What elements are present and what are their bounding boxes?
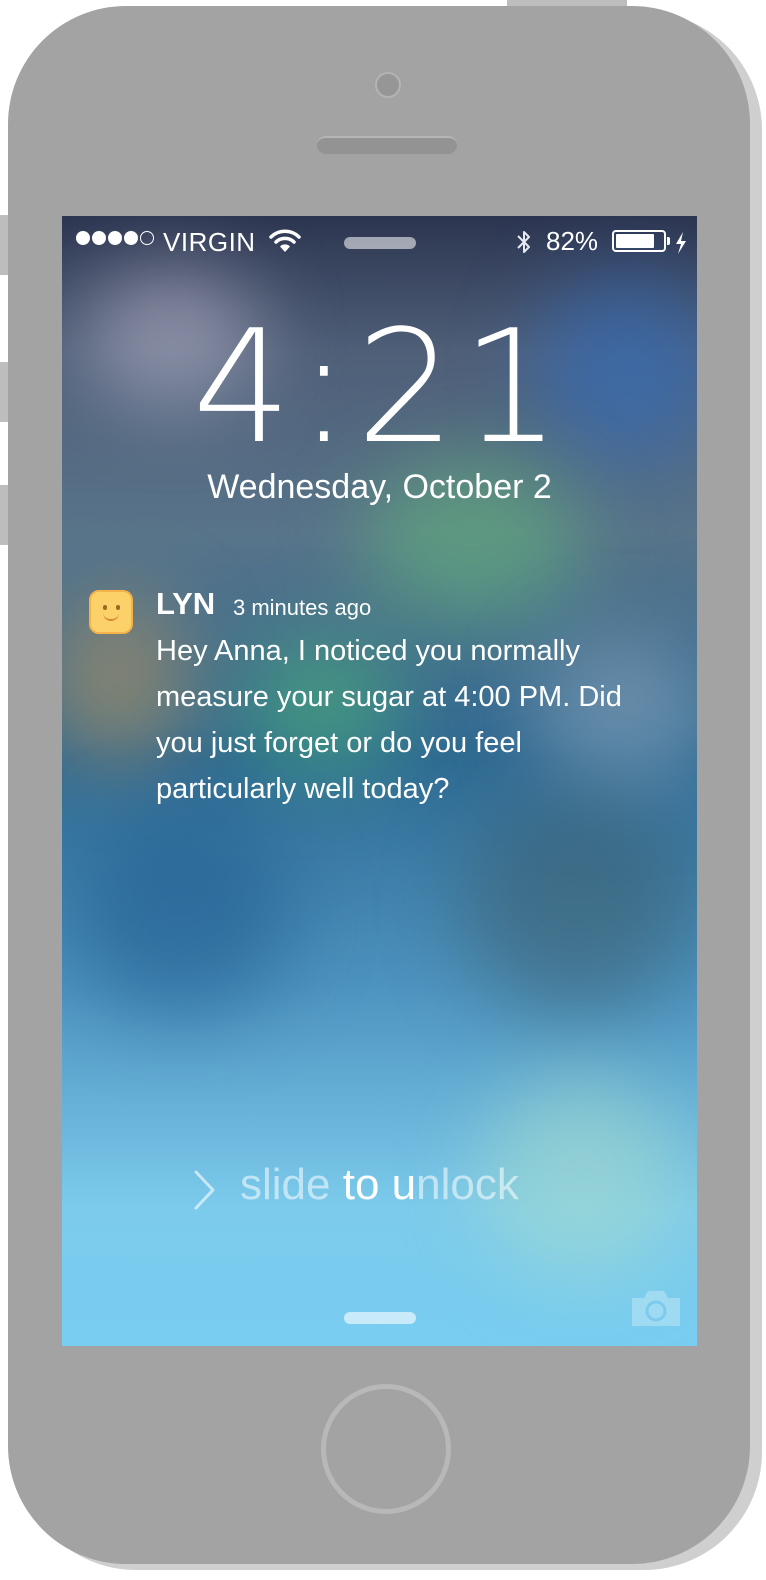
battery-terminal [667, 237, 670, 245]
slide-text-part: to u [330, 1160, 417, 1209]
slide-text-part: nlock [416, 1160, 519, 1209]
signal-dot [108, 231, 122, 245]
smile [103, 613, 119, 621]
control-center-grabber[interactable] [344, 1312, 416, 1324]
signal-dot [92, 231, 106, 245]
home-button[interactable] [321, 1384, 451, 1514]
battery-level-fill [616, 234, 654, 248]
charging-bolt-icon [675, 230, 687, 261]
wifi-icon [269, 228, 301, 261]
eye [116, 605, 120, 610]
slide-to-unlock[interactable]: slide to unlock [240, 1160, 519, 1210]
camera-icon[interactable] [628, 1286, 684, 1335]
signal-dot [76, 231, 90, 245]
eye [103, 605, 107, 610]
signal-strength-icon [76, 231, 154, 245]
lock-screen-clock: 4:21 [192, 296, 567, 478]
lock-screen: VIRGIN 82% 4:21 Wednesday, October 2 LYN… [62, 216, 697, 1346]
lock-screen-date: Wednesday, October 2 [207, 468, 552, 506]
smiley-face-icon[interactable] [89, 590, 133, 634]
notification-timestamp: 3 minutes ago [233, 595, 372, 620]
notification-message[interactable]: Hey Anna, I noticed you normally measure… [156, 628, 656, 812]
signal-dot [124, 231, 138, 245]
status-bar: VIRGIN 82% [62, 216, 697, 268]
carrier-name: VIRGIN [163, 227, 256, 257]
bluetooth-icon [514, 228, 534, 263]
signal-dot [140, 231, 154, 245]
earpiece-speaker [317, 136, 457, 154]
notification-center-grabber[interactable] [344, 237, 416, 249]
battery-icon [612, 230, 666, 252]
chevron-right-icon[interactable] [192, 1168, 218, 1217]
slide-text-part: slide [240, 1160, 331, 1209]
notification-app-name[interactable]: LYN [156, 586, 215, 622]
battery-percentage: 82% [546, 226, 599, 256]
front-camera [375, 72, 401, 98]
